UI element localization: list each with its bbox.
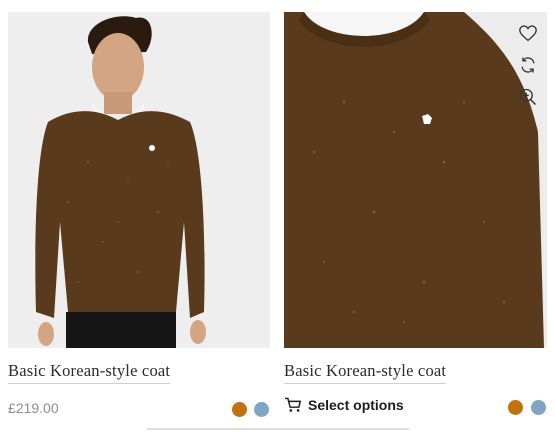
product-image-2[interactable] [284,12,547,348]
product-title-1[interactable]: Basic Korean-style coat [8,361,171,384]
color-swatch-blue[interactable] [254,402,269,417]
product-photo-zoomed [284,12,547,348]
zoom-in-icon [519,88,537,106]
product-card-2: Basic Korean-style coat Select options [284,12,547,415]
product-card-1: Basic Korean-style coat £219.00 [8,12,270,417]
select-options-button[interactable]: Select options [284,397,404,413]
cart-icon [285,397,302,412]
color-swatch-orange[interactable] [508,400,523,415]
compare-button[interactable] [517,54,539,76]
compare-icon [521,57,535,73]
product-title-2[interactable]: Basic Korean-style coat [284,361,447,384]
wishlist-button[interactable] [517,22,539,44]
color-swatch-orange[interactable] [232,402,247,417]
color-swatch-blue[interactable] [531,400,546,415]
quick-actions [517,22,539,108]
heart-icon [519,25,537,42]
quick-view-button[interactable] [517,86,539,108]
product-image-1[interactable] [8,12,270,348]
scroll-divider [147,428,409,430]
product-photo [8,12,270,348]
select-options-label: Select options [308,397,404,413]
product-price-1: £219.00 [8,400,59,416]
